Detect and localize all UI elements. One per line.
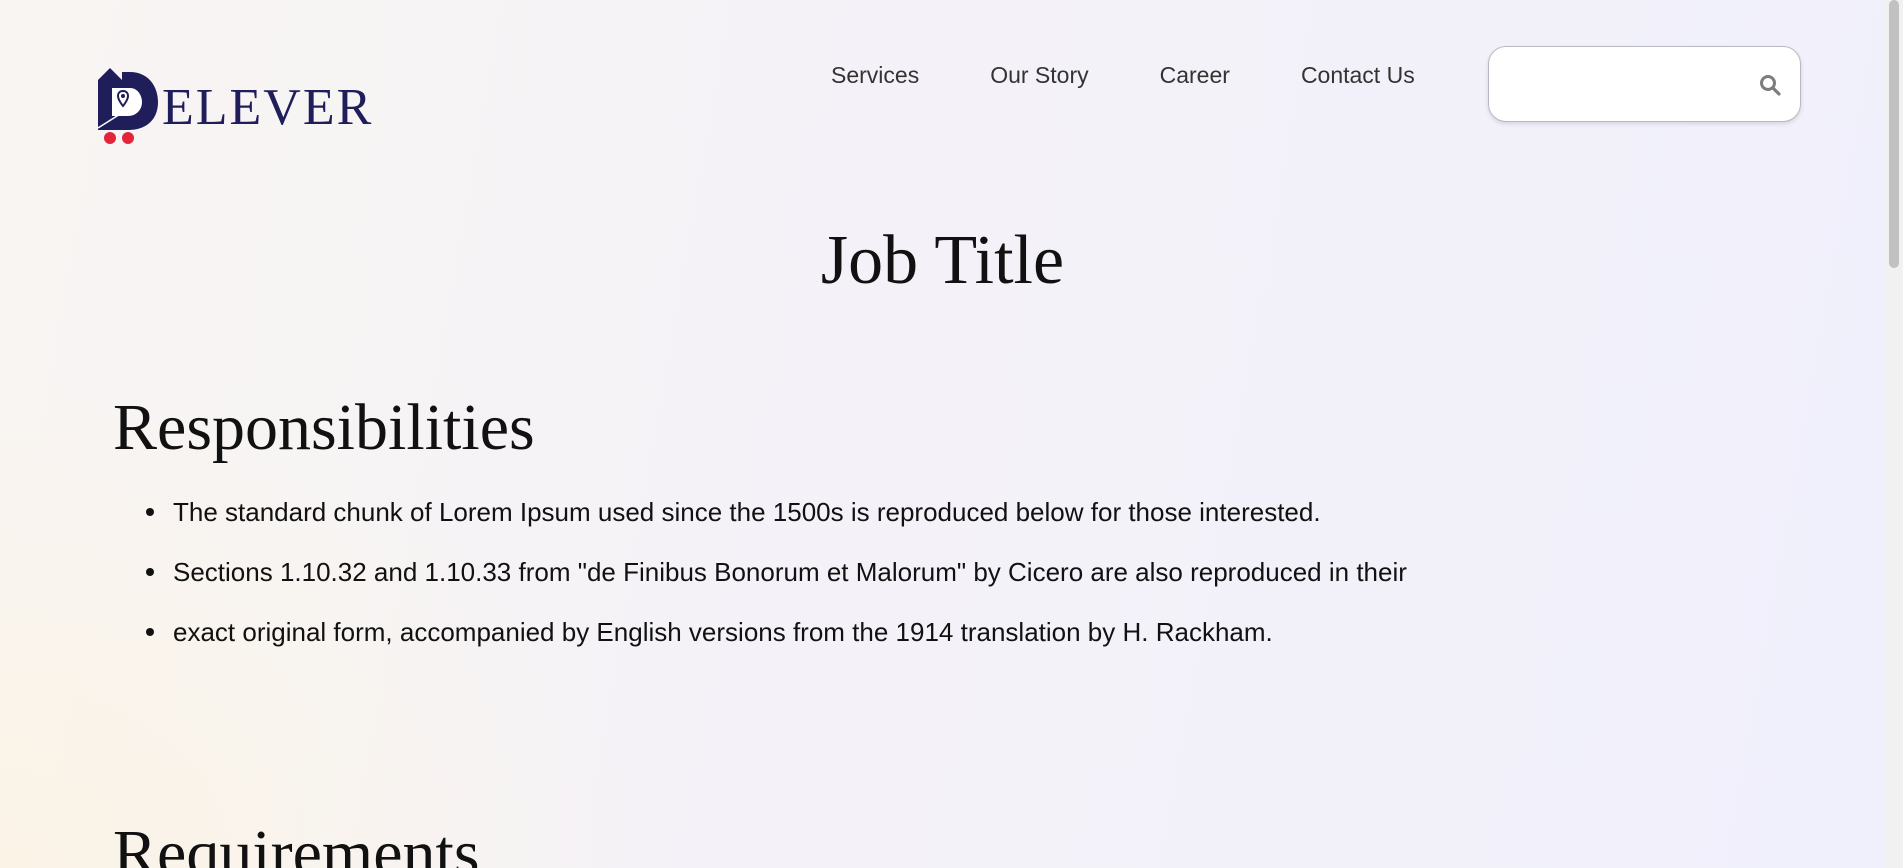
list-item: The standard chunk of Lorem Ipsum used s… bbox=[146, 494, 1407, 554]
responsibilities-list: The standard chunk of Lorem Ipsum used s… bbox=[146, 494, 1407, 674]
list-item: Sections 1.10.32 and 1.10.33 from "de Fi… bbox=[146, 554, 1407, 614]
logo-wordmark: ELEVER bbox=[162, 79, 374, 136]
responsibilities-heading: Responsibilities bbox=[113, 391, 535, 464]
scrollbar-thumb[interactable] bbox=[1889, 0, 1899, 268]
page-title: Job Title bbox=[820, 222, 1065, 299]
nav-link-our-story[interactable]: Our Story bbox=[990, 60, 1088, 90]
list-item: exact original form, accompanied by Engl… bbox=[146, 614, 1407, 674]
main-nav: Services Our Story Career Contact Us bbox=[831, 60, 1415, 90]
requirements-heading: Requirements bbox=[113, 817, 480, 868]
page: ELEVER Services Our Story Career Contact… bbox=[0, 0, 1885, 868]
search-input[interactable] bbox=[1503, 63, 1733, 105]
search-box bbox=[1488, 46, 1801, 122]
nav-link-contact-us[interactable]: Contact Us bbox=[1301, 60, 1415, 90]
nav-link-services[interactable]: Services bbox=[831, 60, 919, 90]
vertical-scrollbar[interactable] bbox=[1885, 0, 1903, 868]
search-icon[interactable] bbox=[1758, 73, 1782, 97]
nav-link-career[interactable]: Career bbox=[1160, 60, 1230, 90]
